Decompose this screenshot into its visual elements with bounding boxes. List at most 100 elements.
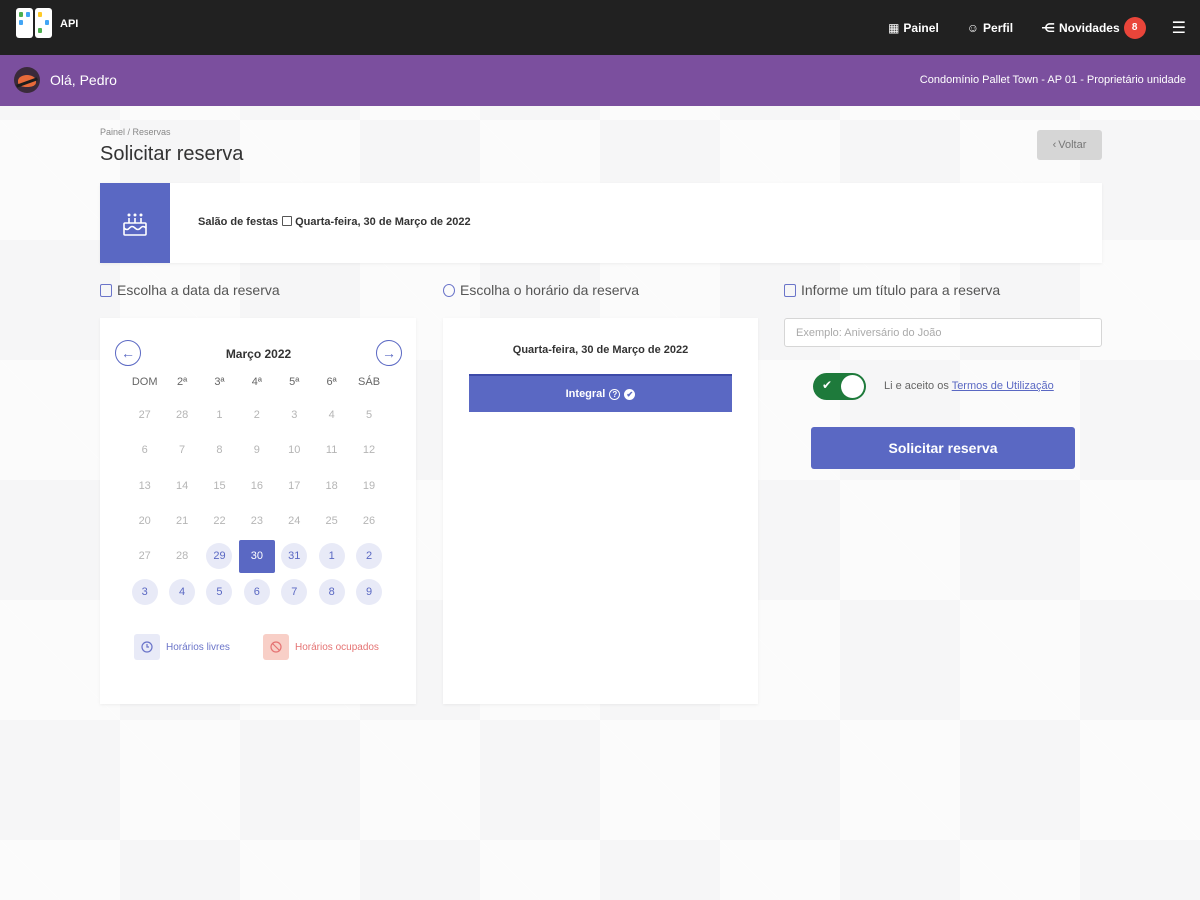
calendar-day: 2 [238, 400, 275, 430]
calendar-day-number: 18 [325, 479, 338, 492]
calendar-week-row: 27 28 29 30 31 1 2 [126, 539, 388, 573]
calendar-day[interactable]: 4 [163, 577, 200, 607]
help-icon[interactable]: ? [609, 388, 621, 400]
nav-painel[interactable]: ▦ Painel [888, 21, 939, 35]
calendar-day[interactable]: 3 [126, 577, 163, 607]
calendar-day[interactable]: 6 [238, 577, 275, 607]
calendar-day-number: 25 [325, 514, 338, 527]
calendar-day-number: 1 [216, 409, 223, 421]
submit-reservation-button[interactable]: Solicitar reserva [811, 427, 1075, 469]
calendar-day: 25 [313, 506, 350, 536]
terms-toggle[interactable]: ✔ [813, 373, 866, 400]
calendar-day[interactable]: 5 [201, 577, 238, 607]
calendar-day-number: 15 [213, 479, 226, 492]
calendar-day: 27 [126, 400, 163, 430]
weekday-header: DOM 2ª 3ª 4ª 5ª 6ª SÁB [126, 376, 388, 388]
reservation-title-input[interactable] [784, 318, 1102, 347]
calendar-day-number: 8 [318, 578, 345, 605]
calendar-day-number: 7 [281, 578, 308, 605]
calendar-day: 9 [238, 435, 275, 465]
legend-busy: Horários ocupados [263, 634, 379, 660]
calendar-day-number: 28 [175, 550, 189, 563]
terms-text: Li e aceito os Termos de Utilização [884, 380, 1054, 392]
area-icon-box [100, 183, 170, 263]
breadcrumb[interactable]: Painel / Reservas [100, 127, 171, 137]
weekday-label: DOM [131, 376, 158, 388]
logo-icon [16, 8, 52, 38]
title-section-label: Informe um título para a reserva [784, 282, 1000, 298]
unit-context[interactable]: Condomínio Pallet Town - AP 01 - Proprie… [920, 74, 1186, 86]
calendar-day: 11 [313, 435, 350, 465]
calendar-day[interactable]: 29 [201, 541, 238, 571]
calendar-day: 26 [350, 506, 387, 536]
calendar-day: 12 [350, 435, 387, 465]
calendar-day: 8 [201, 435, 238, 465]
time-section-label: Escolha o horário da reserva [443, 282, 639, 298]
calendar-day-number: 23 [250, 514, 263, 527]
calendar-week-row: 20 21 22 23 24 25 26 [126, 506, 388, 536]
calendar-day-number: 11 [325, 444, 338, 457]
user-circle-icon: ☺ [966, 20, 980, 35]
calendar-day: 19 [350, 471, 387, 501]
terms-link[interactable]: Termos de Utilização [952, 380, 1054, 392]
calendar-day[interactable]: 7 [276, 577, 313, 607]
notification-badge: 8 [1123, 16, 1146, 39]
title-section-text: Informe um título para a reserva [801, 282, 1001, 298]
calendar-day[interactable]: 1 [313, 541, 350, 571]
calendar-day-number: 7 [179, 444, 186, 457]
terms-prefix: Li e aceito os [884, 380, 949, 392]
grid-icon: ▦ [888, 20, 900, 35]
back-button-label: Voltar [1058, 139, 1087, 151]
hamburger-icon[interactable]: ☰ [1172, 18, 1186, 38]
calendar-day[interactable]: 31 [276, 541, 313, 571]
calendar-day-number: 31 [281, 543, 308, 570]
calendar-day[interactable]: 2 [350, 541, 387, 571]
user-bar: Olá, Pedro Condomínio Pallet Town - AP 0… [0, 55, 1200, 106]
calendar-day-number: 9 [356, 578, 383, 605]
calendar-day: 13 [126, 471, 163, 501]
calendar-day-number: 13 [138, 479, 151, 492]
calendar-day-number: 8 [216, 444, 223, 457]
calendar-day: 14 [163, 471, 200, 501]
app-logo[interactable]: API [16, 8, 78, 38]
calendar-day-number: 14 [175, 479, 189, 492]
chevron-left-icon: ‹ [1052, 139, 1057, 151]
back-button[interactable]: ‹ Voltar [1037, 130, 1102, 160]
calendar-day-number: 3 [131, 578, 158, 605]
next-month-button[interactable]: → [376, 340, 402, 366]
calendar-day: 1 [201, 400, 238, 430]
calendar-day-number: 6 [141, 444, 148, 457]
calendar-day-number: 5 [365, 409, 373, 421]
calendar-day-selected[interactable]: 30 [238, 539, 275, 573]
app-name: API [60, 18, 79, 30]
calendar-day-number: 12 [362, 444, 376, 457]
check-circle-icon: ✔ [624, 388, 636, 400]
calendar-day-number: 4 [169, 578, 196, 605]
weekday-label: 5ª [289, 376, 300, 388]
time-slot-integral[interactable]: Integral ? ✔ [469, 374, 732, 412]
nav-perfil[interactable]: ☺ Perfil [967, 21, 1013, 35]
selected-date: Quarta-feira, 30 de Março de 2022 [512, 344, 689, 356]
calendar-icon [100, 283, 112, 297]
weekday-label: 4ª [251, 376, 262, 388]
clock-icon [134, 634, 160, 660]
arrow-right-icon: → [382, 345, 396, 361]
calendar-day: 22 [201, 506, 238, 536]
calendar-day-number: 26 [362, 514, 376, 527]
calendar-day[interactable]: 9 [350, 577, 387, 607]
avatar[interactable] [14, 67, 40, 93]
prev-month-button[interactable]: ← [115, 340, 141, 366]
calendar-day[interactable]: 8 [313, 577, 350, 607]
nav-novidades[interactable]: ⋲ Novidades 8 [1041, 16, 1146, 39]
calendar-day-number: 22 [213, 514, 226, 527]
calendar-day: 10 [276, 435, 313, 465]
toggle-knob [841, 375, 864, 398]
date-section-text: Escolha a data da reserva [117, 282, 280, 298]
calendar-header: Março 2022 ← → [115, 340, 402, 366]
calendar-panel: Março 2022 ← → DOM 2ª 3ª 4ª 5ª 6ª SÁB 27 28 1 2 3 4… [100, 318, 416, 704]
weekday-label: SÁB [358, 376, 381, 388]
calendar-month: Março 2022 [225, 347, 292, 361]
legend-free: Horários livres [134, 634, 230, 660]
share-icon: ⋲ [1041, 20, 1055, 35]
arrow-left-icon: ← [121, 345, 135, 361]
